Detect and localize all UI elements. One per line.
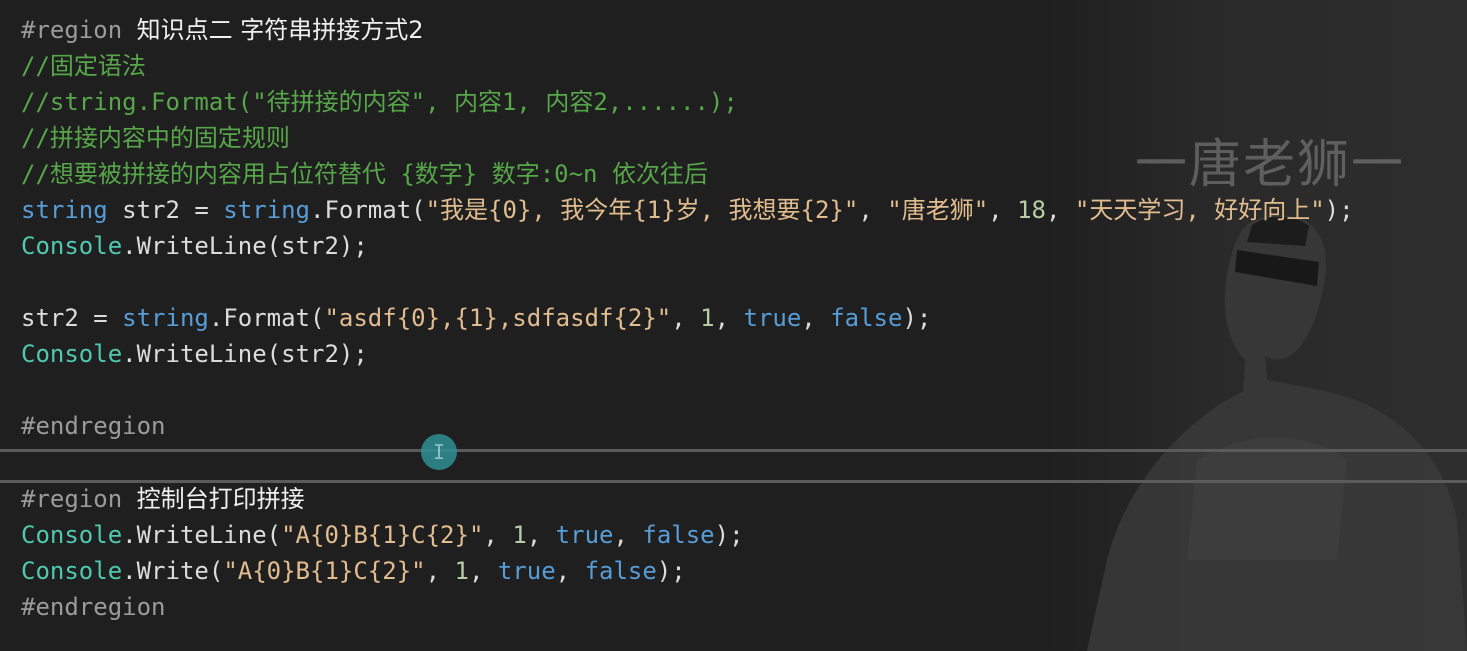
code-line-13[interactable]: #region 控制台打印拼接	[21, 481, 305, 517]
type-name: Console	[21, 521, 123, 549]
code-line-10[interactable]: Console.WriteLine(str2);	[21, 336, 368, 372]
region-directive: #region	[21, 485, 137, 513]
number-literal: 1	[512, 521, 527, 549]
number-literal: 1	[700, 304, 715, 332]
string-literal: "天天学习, 好好向上"	[1074, 196, 1325, 224]
code-line-5[interactable]: //想要被拼接的内容用占位符替代 {数字} 数字:0~n 依次往后	[21, 156, 708, 192]
keyword: true	[743, 304, 802, 332]
region-name: 知识点二 字符串拼接方式2	[136, 16, 424, 44]
editor-separator	[0, 449, 1467, 452]
code-line-7[interactable]: Console.WriteLine(str2);	[21, 228, 368, 264]
punctuation: );	[1324, 196, 1354, 224]
code-line-1[interactable]: #region 知识点二 字符串拼接方式2	[21, 12, 424, 48]
keyword: true	[555, 521, 614, 549]
punctuation: );	[714, 521, 744, 549]
type-name: Console	[21, 340, 123, 368]
code-line-16[interactable]: #endregion	[21, 589, 166, 625]
method-call: .Write(	[122, 557, 224, 585]
keyword: false	[584, 557, 657, 585]
code-editor[interactable]: 一唐老狮一 #region 知识点二 字符串拼接方式2 //固定语法 //str…	[0, 0, 1467, 651]
code-line-9[interactable]: str2 = string.Format("asdf{0},{1},sdfasd…	[21, 300, 931, 336]
text-cursor-icon[interactable]: I	[421, 434, 457, 470]
punctuation: ,	[468, 557, 498, 585]
punctuation: ,	[988, 196, 1018, 224]
string-literal: "A{0}B{1}C{2}"	[223, 557, 426, 585]
code-line-2[interactable]: //固定语法	[21, 48, 146, 84]
region-name: 控制台打印拼接	[136, 485, 305, 513]
string-literal: "我是{0}, 我今年{1}岁, 我想要{2}"	[425, 196, 859, 224]
punctuation: ,	[858, 196, 888, 224]
code-line-15[interactable]: Console.Write("A{0}B{1}C{2}", 1, true, f…	[21, 553, 686, 589]
type-name: Console	[21, 232, 123, 260]
punctuation: ,	[483, 521, 513, 549]
method-call: .WriteLine(	[122, 521, 282, 549]
method-call: .Format(	[208, 304, 325, 332]
punctuation: );	[656, 557, 686, 585]
watermark-text: 一唐老狮一	[1135, 135, 1406, 195]
punctuation: ,	[526, 521, 556, 549]
punctuation: ,	[555, 557, 585, 585]
punctuation: ,	[613, 521, 643, 549]
code-line-14[interactable]: Console.WriteLine("A{0}B{1}C{2}", 1, tru…	[21, 517, 744, 553]
keyword: false	[642, 521, 715, 549]
keyword: string	[21, 196, 108, 224]
code-line-4[interactable]: //拼接内容中的固定规则	[21, 120, 290, 156]
type-name: Console	[21, 557, 123, 585]
punctuation: ,	[714, 304, 744, 332]
keyword: true	[497, 557, 556, 585]
code-line-3[interactable]: //string.Format("待拼接的内容", 内容1, 内容2,.....…	[21, 84, 738, 120]
character-silhouette-icon	[1047, 0, 1467, 651]
string-literal: "asdf{0},{1},sdfasdf{2}"	[324, 304, 672, 332]
punctuation: ,	[801, 304, 831, 332]
keyword: string	[223, 196, 310, 224]
code-line-12[interactable]: #endregion	[21, 408, 166, 444]
code-line-6[interactable]: string str2 = string.Format("我是{0}, 我今年{…	[21, 192, 1354, 228]
number-literal: 1	[454, 557, 469, 585]
string-literal: "A{0}B{1}C{2}"	[281, 521, 484, 549]
keyword: string	[122, 304, 209, 332]
punctuation: ,	[425, 557, 455, 585]
method-call: .WriteLine(str2);	[122, 232, 368, 260]
identifier: str2 =	[107, 196, 224, 224]
region-directive: #region	[21, 16, 137, 44]
punctuation: );	[902, 304, 932, 332]
method-call: .WriteLine(str2);	[122, 340, 368, 368]
keyword: false	[830, 304, 903, 332]
punctuation: ,	[1045, 196, 1075, 224]
method-call: .Format(	[310, 196, 426, 224]
identifier: str2 =	[21, 304, 123, 332]
punctuation: ,	[671, 304, 701, 332]
number-literal: 18	[1017, 196, 1046, 224]
string-literal: "唐老狮"	[887, 196, 989, 224]
